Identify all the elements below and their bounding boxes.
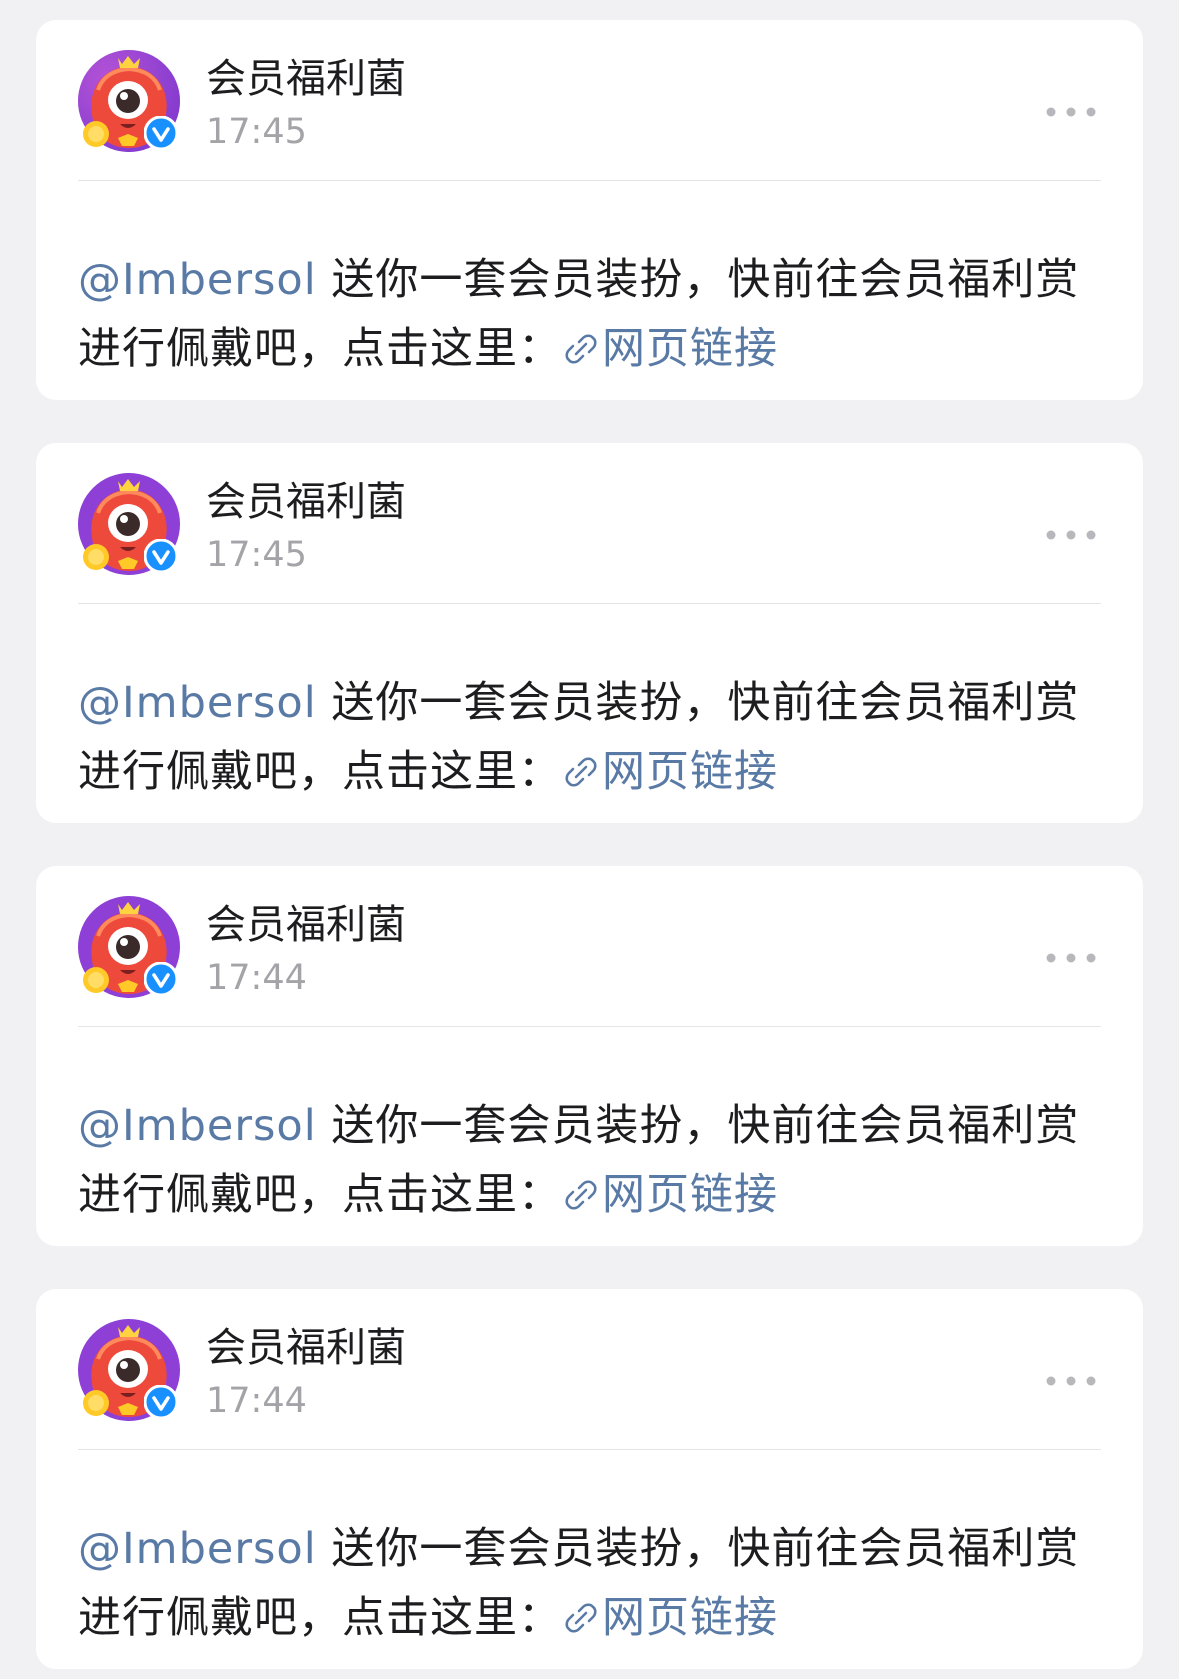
card-divider	[78, 1026, 1101, 1027]
message-text: @Imbersol 送你一套会员装扮，快前往会员福利赏 进行佩戴吧，点击这里： 网…	[78, 246, 1101, 384]
card-header: 会员福利菌 17:45	[78, 473, 1101, 598]
card-header: 会员福利菌 17:44	[78, 1319, 1101, 1444]
verified-badge-icon	[144, 962, 178, 996]
sender-name[interactable]: 会员福利菌	[206, 54, 406, 104]
mention-link[interactable]: @Imbersol	[78, 1101, 317, 1151]
sender-avatar[interactable]	[78, 896, 180, 998]
message-line-2: 进行佩戴吧，点击这里：	[78, 747, 562, 797]
sender-name[interactable]: 会员福利菌	[206, 477, 406, 527]
message-text: @Imbersol 送你一套会员装扮，快前往会员福利赏 进行佩戴吧，点击这里： 网…	[78, 669, 1101, 807]
message-line-2: 进行佩戴吧，点击这里：	[78, 324, 562, 374]
web-link-label: 网页链接	[602, 1593, 778, 1643]
message-card: 会员福利菌 17:44 @Imbersol 送你一套会员装扮，快前往会员福利赏 …	[36, 1289, 1143, 1669]
message-line-1: 送你一套会员装扮，快前往会员福利赏	[316, 678, 1080, 728]
mention-link[interactable]: @Imbersol	[78, 255, 317, 305]
message-card: 会员福利菌 17:45 @Imbersol 送你一套会员装扮，快前往会员福利赏 …	[36, 443, 1143, 823]
message-time: 17:44	[206, 958, 307, 998]
message-line-1: 送你一套会员装扮，快前往会员福利赏	[316, 1101, 1080, 1151]
card-divider	[78, 180, 1101, 181]
web-link[interactable]: 网页链接	[562, 1593, 778, 1643]
sender-avatar[interactable]	[78, 473, 180, 575]
sender-name[interactable]: 会员福利菌	[206, 1323, 406, 1373]
link-chain-icon	[565, 1603, 597, 1633]
more-options-button[interactable]	[1041, 1369, 1101, 1393]
message-line-2: 进行佩戴吧，点击这里：	[78, 1593, 562, 1643]
more-options-button[interactable]	[1041, 523, 1101, 547]
message-text: @Imbersol 送你一套会员装扮，快前往会员福利赏 进行佩戴吧，点击这里： 网…	[78, 1092, 1101, 1230]
verified-badge-icon	[144, 1385, 178, 1419]
message-line-2: 进行佩戴吧，点击这里：	[78, 1170, 562, 1220]
message-time: 17:45	[206, 535, 307, 575]
mention-link[interactable]: @Imbersol	[78, 678, 317, 728]
message-line-1: 送你一套会员装扮，快前往会员福利赏	[316, 255, 1080, 305]
web-link[interactable]: 网页链接	[562, 1170, 778, 1220]
more-dots-icon	[1046, 107, 1096, 117]
message-feed: 会员福利菌 17:45 @Imbersol 送你一套会员装扮，快前往会员福利赏 …	[0, 0, 1179, 1679]
more-dots-icon	[1046, 1376, 1096, 1386]
message-time: 17:45	[206, 112, 307, 152]
verified-badge-icon	[144, 116, 178, 150]
message-card: 会员福利菌 17:45 @Imbersol 送你一套会员装扮，快前往会员福利赏 …	[36, 20, 1143, 400]
sender-avatar[interactable]	[78, 50, 180, 152]
more-dots-icon	[1046, 530, 1096, 540]
verified-badge-icon	[144, 539, 178, 573]
link-chain-icon	[565, 334, 597, 364]
web-link-label: 网页链接	[602, 1170, 778, 1220]
web-link[interactable]: 网页链接	[562, 747, 778, 797]
web-link-label: 网页链接	[602, 324, 778, 374]
mention-link[interactable]: @Imbersol	[78, 1524, 317, 1574]
card-header: 会员福利菌 17:44	[78, 896, 1101, 1021]
message-card: 会员福利菌 17:44 @Imbersol 送你一套会员装扮，快前往会员福利赏 …	[36, 866, 1143, 1246]
more-options-button[interactable]	[1041, 946, 1101, 970]
message-time: 17:44	[206, 1381, 307, 1421]
link-chain-icon	[565, 757, 597, 787]
sender-name[interactable]: 会员福利菌	[206, 900, 406, 950]
card-divider	[78, 603, 1101, 604]
message-text: @Imbersol 送你一套会员装扮，快前往会员福利赏 进行佩戴吧，点击这里： 网…	[78, 1515, 1101, 1653]
web-link-label: 网页链接	[602, 747, 778, 797]
message-line-1: 送你一套会员装扮，快前往会员福利赏	[316, 1524, 1080, 1574]
card-header: 会员福利菌 17:45	[78, 50, 1101, 175]
more-options-button[interactable]	[1041, 100, 1101, 124]
sender-avatar[interactable]	[78, 1319, 180, 1421]
link-chain-icon	[565, 1180, 597, 1210]
more-dots-icon	[1046, 953, 1096, 963]
card-divider	[78, 1449, 1101, 1450]
web-link[interactable]: 网页链接	[562, 324, 778, 374]
